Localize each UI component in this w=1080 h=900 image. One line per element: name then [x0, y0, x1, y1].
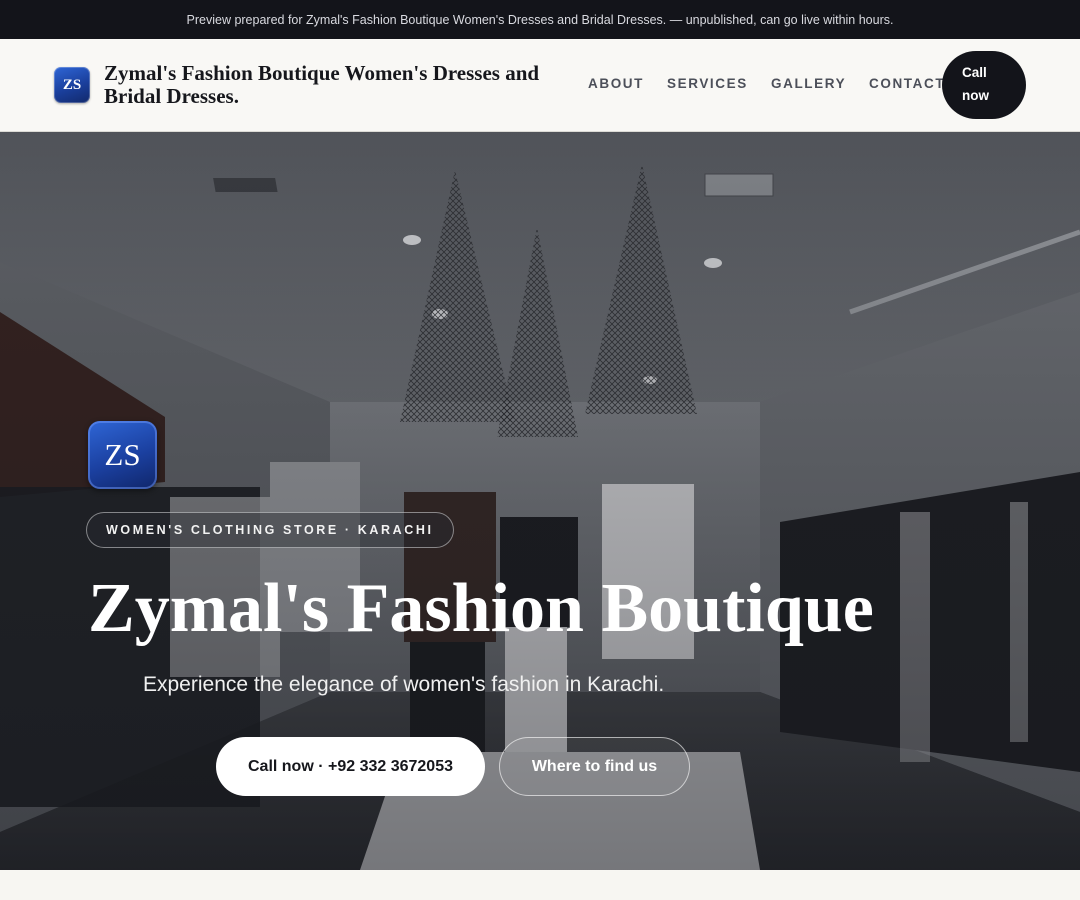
preview-banner: Preview prepared for Zymal's Fashion Bou… [0, 0, 1080, 39]
nav-link-about[interactable]: ABOUT [588, 76, 644, 91]
nav-link-gallery[interactable]: GALLERY [771, 76, 846, 91]
nav-link-contact[interactable]: CONTACT [869, 76, 945, 91]
hero-title: Zymal's Fashion Boutique [88, 570, 874, 647]
hero-call-button[interactable]: Call now · +92 332 3672053 [216, 737, 485, 796]
header-call-now-button[interactable]: Call now [942, 51, 1026, 119]
nav-link-services[interactable]: SERVICES [667, 76, 748, 91]
brand-name[interactable]: Zymal's Fashion Boutique Women's Dresses… [104, 62, 584, 108]
hero-category-badge: WOMEN'S CLOTHING STORE · KARACHI [86, 512, 454, 548]
next-section [0, 870, 1080, 900]
hero-logo-icon: ZS [88, 421, 157, 489]
brand-logo-icon[interactable]: ZS [54, 67, 90, 103]
hero-find-us-button[interactable]: Where to find us [499, 737, 690, 796]
site-header: ZS Zymal's Fashion Boutique Women's Dres… [0, 39, 1080, 132]
hero-section: ZS WOMEN'S CLOTHING STORE · KARACHI Zyma… [0, 132, 1080, 870]
preview-banner-text: Preview prepared for Zymal's Fashion Bou… [186, 12, 894, 27]
hero-subtitle: Experience the elegance of women's fashi… [143, 673, 665, 696]
